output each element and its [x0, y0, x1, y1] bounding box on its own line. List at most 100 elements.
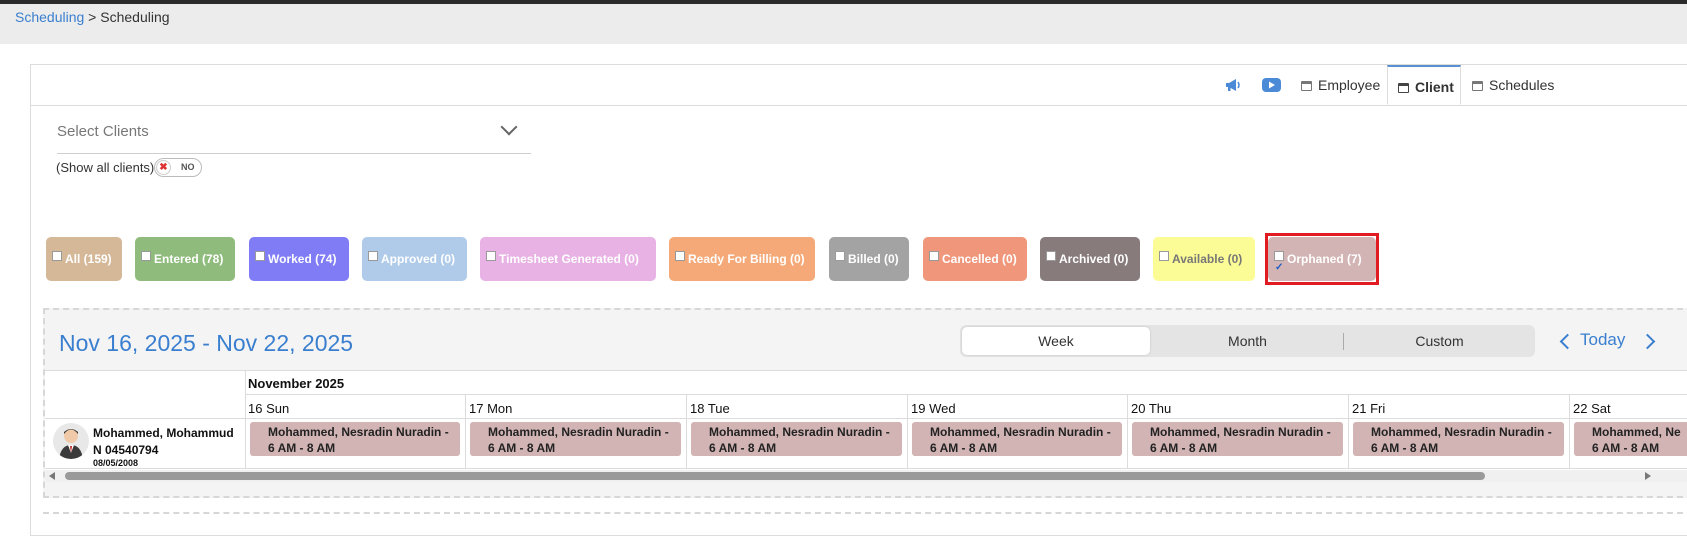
chevron-right-icon[interactable] [1639, 333, 1656, 350]
status-chip-archived[interactable]: Archived (0) [1040, 237, 1140, 281]
view-custom-button[interactable]: Custom [1348, 327, 1531, 355]
checkbox[interactable] [368, 251, 378, 261]
shift-title: Mohammed, Ne [1592, 425, 1681, 439]
chip-label: Approved (0) [381, 252, 456, 266]
client-name[interactable]: Mohammed, Mohammud N 04540794 [93, 425, 238, 459]
day-header: 21 Fri [1352, 401, 1386, 416]
day-header: 16 Sun [248, 401, 290, 416]
scroll-left-icon[interactable] [49, 472, 55, 480]
header-band: Scheduling > Scheduling [0, 4, 1687, 44]
breadcrumb-separator: > [88, 9, 97, 25]
day-header: 22 Sat [1573, 401, 1611, 416]
avatar [53, 423, 89, 459]
view-tabs: Employee Client Schedules [31, 65, 1687, 106]
view-month-button[interactable]: Month [1155, 327, 1340, 355]
shift-title: Mohammed, Nesradin Nuradin - [709, 425, 890, 439]
shift-time: 6 AM - 8 AM [1371, 441, 1439, 455]
chevron-left-icon[interactable] [1559, 333, 1576, 350]
breadcrumb: Scheduling > Scheduling [15, 9, 170, 25]
chip-label: Archived (0) [1059, 252, 1129, 266]
tab-employee[interactable]: Employee [1301, 65, 1380, 105]
status-chip-timesheet-generated[interactable]: Timesheet Generated (0) [480, 237, 656, 281]
chip-label: Timesheet Generated (0) [499, 252, 639, 266]
checkbox[interactable] [486, 251, 496, 261]
chip-label: Entered (78) [154, 252, 224, 266]
chip-label: Ready For Billing (0) [688, 252, 805, 266]
checkbox[interactable] [1159, 251, 1169, 261]
month-heading: November 2025 [248, 376, 345, 391]
shift-block[interactable]: Mohammed, Nesradin Nuradin - 6 AM - 8 AM [691, 422, 902, 456]
select-clients-placeholder: Select Clients [57, 123, 149, 140]
status-chip-billed[interactable]: Billed (0) [829, 237, 909, 281]
calendar-icon [1472, 81, 1483, 91]
shift-time: 6 AM - 8 AM [930, 441, 998, 455]
view-week-button[interactable]: Week [962, 327, 1150, 355]
shift-block[interactable]: Mohammed, Ne 6 AM - 8 AM [1574, 422, 1687, 456]
chip-label: Billed (0) [848, 252, 899, 266]
checkbox[interactable] [141, 251, 151, 261]
day-header: 20 Thu [1131, 401, 1172, 416]
checkbox[interactable] [52, 251, 62, 261]
shift-title: Mohammed, Nesradin Nuradin - [930, 425, 1111, 439]
day-header: 18 Tue [690, 401, 730, 416]
chip-label: Worked (74) [268, 252, 337, 266]
next-section-border [43, 512, 1687, 516]
tab-employee-label: Employee [1318, 77, 1381, 93]
shift-time: 6 AM - 8 AM [268, 441, 336, 455]
divider [1343, 333, 1344, 350]
select-clients-dropdown[interactable]: Select Clients [57, 111, 531, 154]
show-all-clients-toggle[interactable]: ✖ NO [154, 158, 202, 177]
day-header: 17 Mon [469, 401, 513, 416]
status-chip-approved[interactable]: Approved (0) [362, 237, 467, 281]
shift-time: 6 AM - 8 AM [1150, 441, 1218, 455]
checkbox[interactable] [835, 251, 845, 261]
tab-client-label: Client [1415, 79, 1454, 95]
shift-time: 6 AM - 8 AM [709, 441, 777, 455]
tab-client[interactable]: Client [1387, 65, 1461, 105]
highlight-outline [1265, 233, 1379, 285]
tab-schedules[interactable]: Schedules [1472, 65, 1554, 105]
tab-schedules-label: Schedules [1489, 77, 1555, 93]
shift-title: Mohammed, Nesradin Nuradin - [1371, 425, 1552, 439]
breadcrumb-link-scheduling[interactable]: Scheduling [15, 9, 84, 25]
status-chip-ready-for-billing[interactable]: Ready For Billing (0) [669, 237, 815, 281]
status-chip-all[interactable]: All (159) [46, 237, 122, 281]
chevron-down-icon [500, 118, 518, 136]
shift-block[interactable]: Mohammed, Nesradin Nuradin - 6 AM - 8 AM [250, 422, 460, 456]
breadcrumb-current: Scheduling [100, 9, 170, 25]
shift-title: Mohammed, Nesradin Nuradin - [1150, 425, 1331, 439]
megaphone-icon[interactable] [1224, 65, 1242, 105]
shift-block[interactable]: Mohammed, Nesradin Nuradin - 6 AM - 8 AM [1132, 422, 1343, 456]
shift-title: Mohammed, Nesradin Nuradin - [488, 425, 669, 439]
date-range-title: Nov 16, 2025 - Nov 22, 2025 [59, 330, 354, 356]
checkbox[interactable] [255, 251, 265, 261]
chip-label: Cancelled (0) [942, 252, 1017, 266]
shift-block[interactable]: Mohammed, Nesradin Nuradin - 6 AM - 8 AM [912, 422, 1122, 456]
client-dob: 08/05/2008 [93, 458, 139, 468]
chip-label: Available (0) [1172, 252, 1243, 266]
shift-block[interactable]: Mohammed, Nesradin Nuradin - 6 AM - 8 AM [1353, 422, 1564, 456]
status-chip-available[interactable]: Available (0) [1153, 237, 1255, 281]
calendar-container: Nov 16, 2025 - Nov 22, 2025 Week Month C… [43, 308, 1687, 498]
week-grid: November 2025 16 Sun 17 Mon 18 Tue 19 We… [45, 370, 1687, 480]
status-chip-cancelled[interactable]: Cancelled (0) [923, 237, 1027, 281]
shift-block[interactable]: Mohammed, Nesradin Nuradin - 6 AM - 8 AM [470, 422, 681, 456]
today-button[interactable]: Today [1580, 330, 1625, 350]
horizontal-scrollbar[interactable] [45, 470, 1687, 482]
shift-time: 6 AM - 8 AM [488, 441, 556, 455]
status-chip-entered[interactable]: Entered (78) [135, 237, 235, 281]
calendar-icon [1398, 83, 1409, 93]
scrollbar-thumb[interactable] [65, 472, 1485, 480]
scroll-right-icon[interactable] [1645, 472, 1651, 480]
chip-label: All (159) [65, 252, 112, 266]
youtube-icon[interactable] [1262, 65, 1281, 105]
checkbox[interactable] [1046, 251, 1056, 261]
checkbox[interactable] [675, 251, 685, 261]
toggle-state-text: NO [181, 162, 195, 172]
show-all-clients-label: (Show all clients) [56, 160, 155, 175]
status-chip-worked[interactable]: Worked (74) [249, 237, 349, 281]
view-switcher: Week Month Custom [960, 325, 1535, 357]
calendar-icon [1301, 81, 1312, 91]
checkbox[interactable] [929, 251, 939, 261]
shift-title: Mohammed, Nesradin Nuradin - [268, 425, 449, 439]
